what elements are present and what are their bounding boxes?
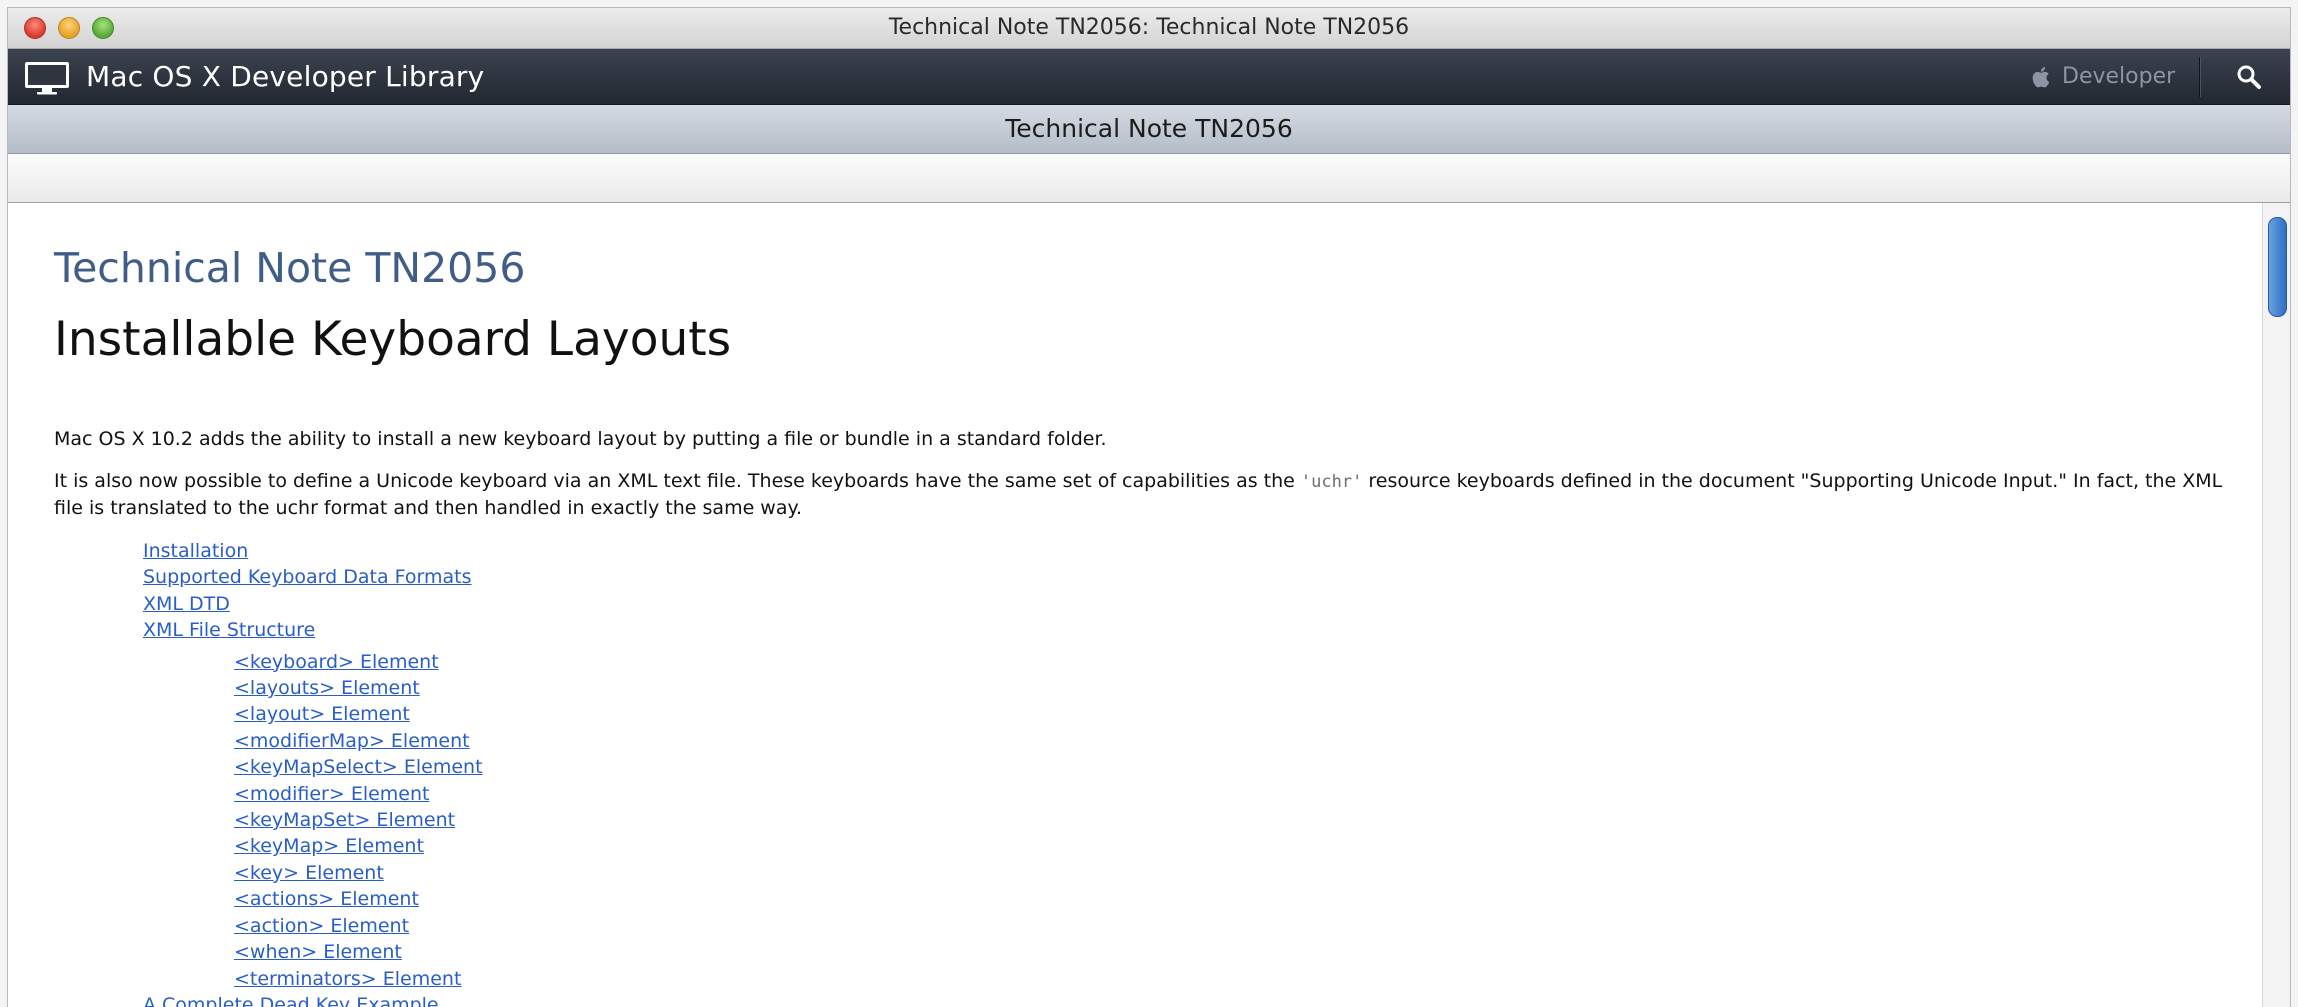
toc-link-terminators-element[interactable]: <terminators> Element	[143, 966, 483, 992]
toc-link-actions-element[interactable]: <actions> Element	[143, 886, 483, 912]
toc-item: A Complete Dead Key Example	[143, 992, 483, 1007]
toc-subitem: <key> Element	[143, 860, 483, 886]
toc-subitem: <modifierMap> Element	[143, 728, 483, 754]
browser-window: Technical Note TN2056: Technical Note TN…	[8, 8, 2290, 1007]
vertical-scrollbar[interactable]	[2262, 203, 2290, 1007]
document-content: Technical Note TN2056 Installable Keyboa…	[8, 203, 2262, 1007]
toc-link-layouts-element[interactable]: <layouts> Element	[143, 675, 483, 701]
toc-item: Supported Keyboard Data Formats	[143, 564, 483, 590]
uchr-code: 'uchr'	[1300, 472, 1363, 492]
scrollbar-thumb[interactable]	[2268, 217, 2287, 317]
table-of-contents: Installation Supported Keyboard Data For…	[143, 538, 483, 1007]
window-title: Technical Note TN2056: Technical Note TN…	[888, 15, 1410, 40]
toc-link-dead-key-example[interactable]: A Complete Dead Key Example	[143, 992, 483, 1007]
toc-link-keymap-element[interactable]: <keyMap> Element	[143, 833, 483, 859]
toc-subitem: <action> Element	[143, 913, 483, 939]
toc-link-modifier-element[interactable]: <modifier> Element	[143, 781, 483, 807]
document-title-bar: Technical Note TN2056	[8, 105, 2290, 154]
toc-subitem: <layouts> Element	[143, 675, 483, 701]
paragraph-text: It is also now possible to define a Unic…	[54, 470, 1301, 492]
toc-link-keymapselect-element[interactable]: <keyMapSelect> Element	[143, 754, 483, 780]
header-divider	[2199, 57, 2200, 97]
toc-subitem: <keyMapSet> Element	[143, 807, 483, 833]
document-title: Technical Note TN2056	[1005, 114, 1293, 143]
document-toolbar	[8, 154, 2290, 203]
title-bar: Technical Note TN2056: Technical Note TN…	[8, 8, 2290, 49]
toc-subitem: <terminators> Element	[143, 966, 483, 992]
toc-subitem: <keyMap> Element	[143, 833, 483, 859]
monitor-icon[interactable]	[24, 61, 70, 95]
toc-subitem: <modifier> Element	[143, 781, 483, 807]
intro-paragraph: Mac OS X 10.2 adds the ability to instal…	[54, 428, 1107, 450]
toc-subitem: <keyMapSelect> Element	[143, 754, 483, 780]
toc-link-installation[interactable]: Installation	[143, 538, 483, 564]
technote-number: Technical Note TN2056	[54, 244, 526, 292]
developer-link-label: Developer	[2062, 64, 2176, 89]
unicode-paragraph: It is also now possible to define a Unic…	[54, 468, 2224, 521]
toc-subitem: <layout> Element	[143, 701, 483, 727]
search-icon[interactable]	[2236, 64, 2262, 90]
toc-item: XML DTD	[143, 591, 483, 617]
page-title: Installable Keyboard Layouts	[54, 312, 732, 367]
developer-link[interactable]: Developer	[2032, 49, 2175, 104]
toc-link-xml-dtd[interactable]: XML DTD	[143, 591, 483, 617]
toc-link-keyboard-element[interactable]: <keyboard> Element	[143, 649, 483, 675]
toc-link-when-element[interactable]: <when> Element	[143, 939, 483, 965]
library-title[interactable]: Mac OS X Developer Library	[86, 49, 484, 104]
toc-link-keymapset-element[interactable]: <keyMapSet> Element	[143, 807, 483, 833]
toc-link-xml-file-structure[interactable]: XML File Structure	[143, 617, 483, 643]
library-header: Mac OS X Developer Library Developer	[8, 49, 2290, 105]
toc-link-supported-formats[interactable]: Supported Keyboard Data Formats	[143, 564, 483, 590]
toc-subitem: <keyboard> Element	[143, 649, 483, 675]
toc-link-layout-element[interactable]: <layout> Element	[143, 701, 483, 727]
toc-item: XML File Structure	[143, 617, 483, 643]
toc-subitem: <when> Element	[143, 939, 483, 965]
toc-link-action-element[interactable]: <action> Element	[143, 913, 483, 939]
toc-link-key-element[interactable]: <key> Element	[143, 860, 483, 886]
toc-item: Installation	[143, 538, 483, 564]
toc-link-modifiermap-element[interactable]: <modifierMap> Element	[143, 728, 483, 754]
toc-subitem: <actions> Element	[143, 886, 483, 912]
